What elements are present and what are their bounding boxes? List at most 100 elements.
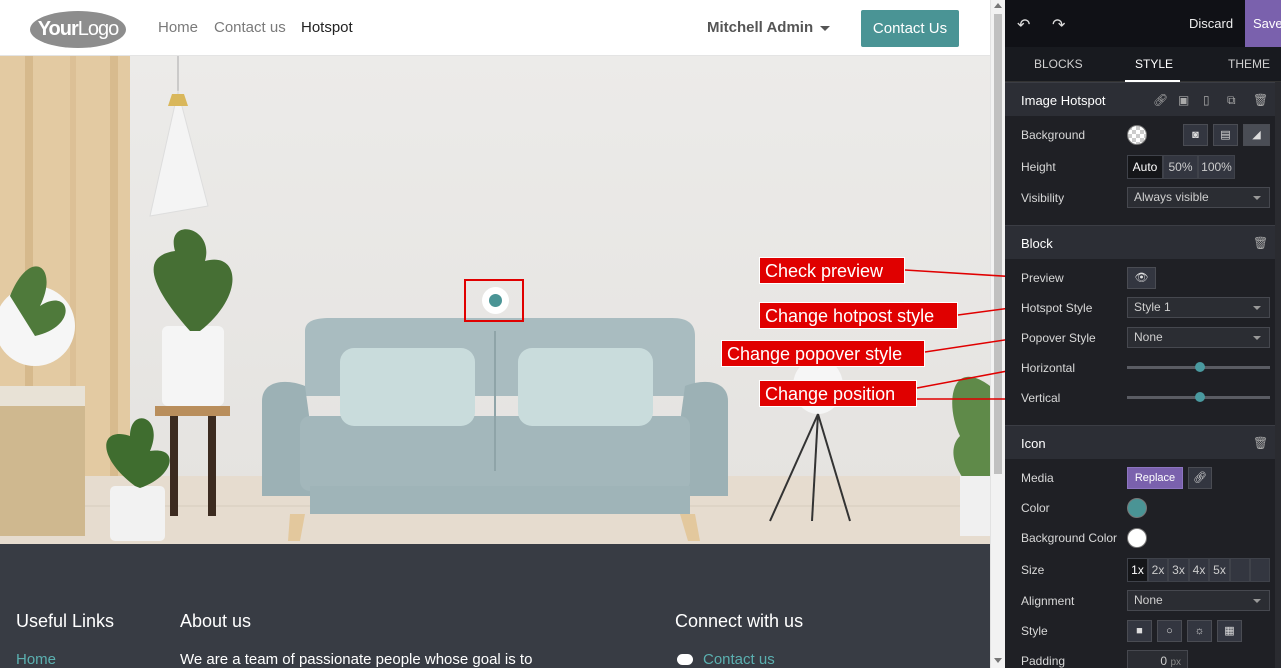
size-1x-button[interactable]: 1x <box>1127 558 1148 582</box>
padding-input[interactable]: 0 px <box>1127 650 1188 668</box>
hotspot-style-value: Style 1 <box>1134 300 1171 314</box>
film-icon[interactable]: ▤ <box>1213 124 1238 146</box>
color-label: Color <box>1021 501 1050 515</box>
save-icon[interactable]: ▣ <box>1178 93 1189 107</box>
height-50-button[interactable]: 50% <box>1163 155 1198 179</box>
size-4x-button[interactable]: 4x <box>1189 558 1209 582</box>
trash-icon[interactable]: 🗑︎ <box>1253 236 1268 250</box>
footer-about-title: About us <box>180 611 252 631</box>
chevron-down-icon <box>1253 196 1261 200</box>
section-title: Icon <box>1021 436 1046 451</box>
editor-toolbar: ↶ ↷ Discard Save <box>1005 0 1281 47</box>
size-2x-button[interactable]: 2x <box>1148 558 1168 582</box>
discard-button[interactable]: Discard <box>1189 16 1233 31</box>
trash-icon[interactable]: 🗑︎ <box>1253 436 1268 450</box>
style-label: Style <box>1021 624 1048 638</box>
duplicate-icon[interactable]: ⧉ <box>1227 93 1236 108</box>
save-button[interactable]: Save <box>1245 0 1281 47</box>
horizontal-label: Horizontal <box>1021 361 1076 375</box>
redo-icon[interactable]: ↷ <box>1052 15 1065 35</box>
link-icon[interactable]: 🔗︎ <box>1153 93 1168 107</box>
padding-unit: px <box>1170 657 1181 668</box>
alignment-value: None <box>1134 593 1163 607</box>
footer-about-text: We are a team of passionate people whose… <box>180 651 533 668</box>
height-options: Auto 50% 100% <box>1127 155 1235 179</box>
editor-panel: ↶ ↷ Discard Save BLOCKS STYLE THEME Imag… <box>1005 0 1281 668</box>
size-5x-button[interactable]: 5x <box>1209 558 1230 582</box>
popover-style-label: Popover Style <box>1021 331 1096 345</box>
nav-home[interactable]: Home <box>158 19 198 36</box>
hotspot-style-label: Hotspot Style <box>1021 301 1093 315</box>
panel-scrollbar[interactable] <box>1275 82 1281 668</box>
nav-contact-us[interactable]: Contact us <box>214 19 286 36</box>
contact-us-button[interactable]: Contact Us <box>861 10 959 47</box>
gradient-icon[interactable]: ◢ <box>1243 124 1270 146</box>
section-title: Block <box>1021 236 1053 251</box>
preview-eye-icon[interactable]: 👁︎ <box>1127 267 1156 289</box>
footer-connect-title: Connect with us <box>675 611 804 631</box>
logo[interactable]: YourLogo <box>30 11 126 48</box>
mobile-icon[interactable]: ▯ <box>1203 93 1210 107</box>
media-label: Media <box>1021 471 1054 485</box>
section-image-hotspot-header: Image Hotspot 🔗︎ ▣ ▯ ⧉ 🗑︎ <box>1005 82 1281 116</box>
trash-icon[interactable]: 🗑︎ <box>1253 93 1268 107</box>
tab-blocks[interactable]: BLOCKS <box>1034 57 1083 71</box>
size-label: Size <box>1021 563 1045 577</box>
popover-style-select[interactable]: None <box>1127 327 1270 348</box>
sun-icon[interactable]: ☼ <box>1187 620 1212 642</box>
scroll-down-icon[interactable] <box>994 658 1002 663</box>
visibility-select[interactable]: Always visible <box>1127 187 1270 208</box>
chevron-down-icon <box>1253 599 1261 603</box>
horizontal-slider[interactable] <box>1127 362 1270 372</box>
annotation-check-preview: Check preview <box>759 257 905 284</box>
height-100-button[interactable]: 100% <box>1198 155 1235 179</box>
scrollbar-thumb[interactable] <box>994 14 1002 474</box>
link-icon[interactable]: 🔗︎ <box>1188 467 1212 489</box>
hotspot-style-select[interactable]: Style 1 <box>1127 297 1270 318</box>
footer: Useful Links Home About us We are a team… <box>0 544 990 668</box>
visibility-label: Visibility <box>1021 191 1065 205</box>
chevron-down-icon <box>1253 306 1261 310</box>
section-icon-header: Icon 🗑︎ <box>1005 425 1281 459</box>
nav-hotspot[interactable]: Hotspot <box>301 19 353 36</box>
slider-handle[interactable] <box>1195 362 1205 372</box>
footer-contact-link[interactable]: Contact us <box>703 651 775 668</box>
vertical-slider[interactable] <box>1127 392 1270 402</box>
alignment-label: Alignment <box>1021 594 1075 608</box>
height-label: Height <box>1021 160 1056 174</box>
slider-handle[interactable] <box>1195 392 1205 402</box>
annotation-position: Change position <box>759 380 917 407</box>
height-auto-button[interactable]: Auto <box>1127 155 1163 179</box>
annotation-popover-style: Change popover style <box>721 340 925 367</box>
padding-value: 0 <box>1160 654 1168 668</box>
hero-image <box>0 56 990 544</box>
circle-icon[interactable]: ○ <box>1157 620 1182 642</box>
icon-background-color-swatch[interactable] <box>1127 528 1147 548</box>
page-scrollbar[interactable] <box>990 0 1005 668</box>
tab-style[interactable]: STYLE <box>1135 57 1173 71</box>
section-title: Image Hotspot <box>1021 93 1106 108</box>
size-empty-button[interactable] <box>1230 558 1250 582</box>
camera-icon[interactable]: ◙ <box>1183 124 1208 146</box>
background-color-swatch[interactable] <box>1127 125 1147 145</box>
alignment-select[interactable]: None <box>1127 590 1270 611</box>
replace-button[interactable]: Replace <box>1127 467 1183 489</box>
tab-theme[interactable]: THEME <box>1228 57 1270 71</box>
scroll-up-icon[interactable] <box>994 3 1002 8</box>
background-color-label: Background Color <box>1021 531 1118 545</box>
size-empty-button[interactable] <box>1250 558 1270 582</box>
icon-color-swatch[interactable] <box>1127 498 1147 518</box>
preview-label: Preview <box>1021 271 1064 285</box>
user-menu[interactable]: Mitchell Admin <box>707 19 831 36</box>
navbar: YourLogo Home Contact us Hotspot Mitchel… <box>0 0 990 56</box>
editor-tabs: BLOCKS STYLE THEME <box>1005 47 1281 82</box>
size-3x-button[interactable]: 3x <box>1168 558 1189 582</box>
chevron-down-icon <box>820 25 831 31</box>
comment-icon <box>677 654 693 665</box>
footer-home-link[interactable]: Home <box>16 651 56 668</box>
undo-icon[interactable]: ↶ <box>1017 15 1030 35</box>
image-icon[interactable]: ▦ <box>1217 620 1242 642</box>
square-icon[interactable]: ■ <box>1127 620 1152 642</box>
website-preview: YourLogo Home Contact us Hotspot Mitchel… <box>0 0 990 668</box>
popover-style-value: None <box>1134 330 1163 344</box>
